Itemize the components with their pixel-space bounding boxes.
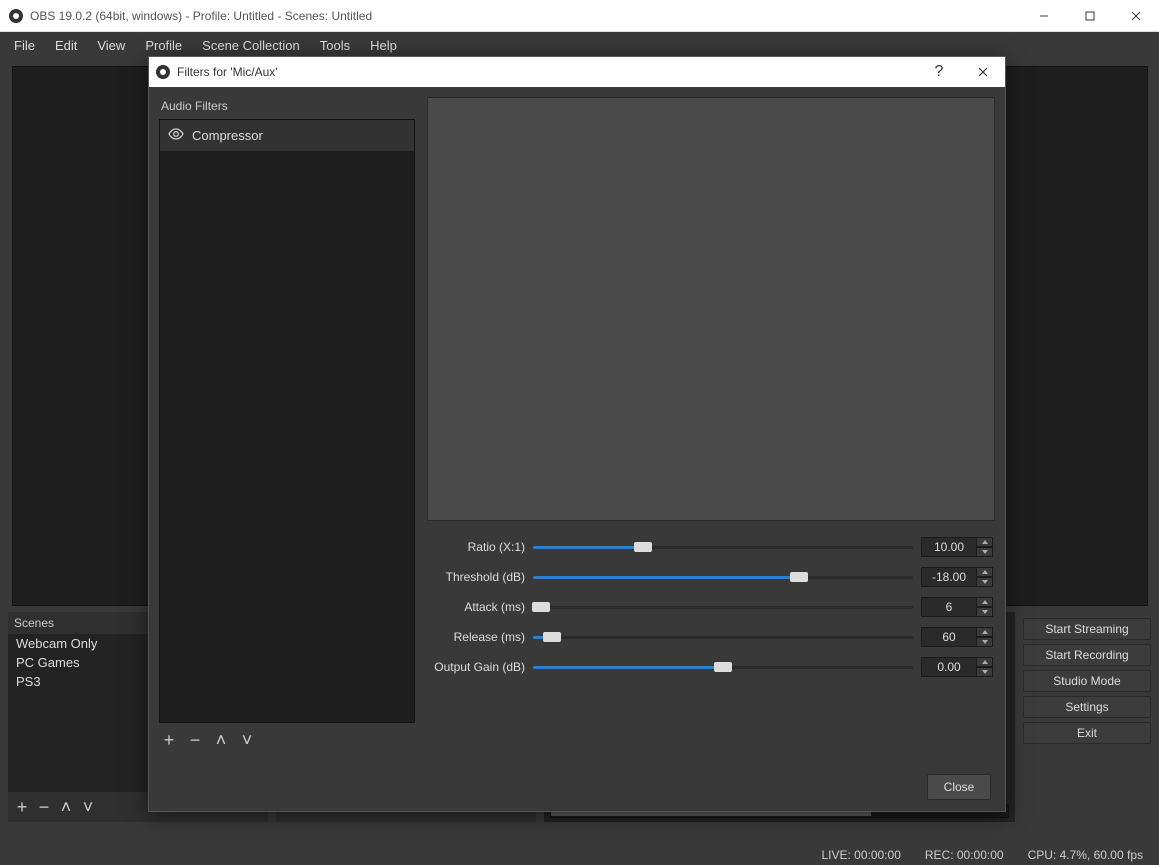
prop-label: Threshold (dB) xyxy=(429,570,525,584)
prop-label: Ratio (X:1) xyxy=(429,540,525,554)
status-rec: REC: 00:00:00 xyxy=(925,848,1004,862)
spin-down-icon[interactable] xyxy=(977,667,993,677)
menu-help[interactable]: Help xyxy=(362,36,405,55)
spin-up-icon[interactable] xyxy=(977,627,993,637)
dialog-footer: Close xyxy=(149,763,1005,811)
filter-preview xyxy=(427,97,995,521)
main-window-titlebar: OBS 19.0.2 (64bit, windows) - Profile: U… xyxy=(0,0,1159,32)
maximize-button[interactable] xyxy=(1067,0,1113,32)
main-window-title: OBS 19.0.2 (64bit, windows) - Profile: U… xyxy=(30,9,1021,23)
spin-up-icon[interactable] xyxy=(977,657,993,667)
spin-down-icon[interactable] xyxy=(977,637,993,647)
filters-dialog: Filters for 'Mic/Aux' ? Audio Filters Co… xyxy=(148,56,1006,812)
exit-button[interactable]: Exit xyxy=(1023,722,1151,744)
prop-row-threshold: Threshold (dB) xyxy=(429,567,993,587)
menu-edit[interactable]: Edit xyxy=(47,36,85,55)
add-icon[interactable]: + xyxy=(14,797,30,818)
audio-filters-label: Audio Filters xyxy=(159,97,415,119)
app-icon xyxy=(8,8,24,24)
release-input[interactable] xyxy=(921,627,977,647)
attack-slider[interactable] xyxy=(533,599,913,615)
start-streaming-button[interactable]: Start Streaming xyxy=(1023,618,1151,640)
eye-icon[interactable] xyxy=(168,126,184,145)
statusbar: LIVE: 00:00:00 REC: 00:00:00 CPU: 4.7%, … xyxy=(0,845,1159,865)
prop-row-output-gain: Output Gain (dB) xyxy=(429,657,993,677)
dialog-close-ok-button[interactable]: Close xyxy=(927,774,991,800)
spin-up-icon[interactable] xyxy=(977,537,993,547)
dialog-help-button[interactable]: ? xyxy=(917,57,961,87)
output-gain-input[interactable] xyxy=(921,657,977,677)
move-down-icon[interactable]: ˅ xyxy=(239,730,255,751)
status-cpu: CPU: 4.7%, 60.00 fps xyxy=(1028,848,1143,862)
remove-icon[interactable]: − xyxy=(36,797,52,818)
prop-label: Release (ms) xyxy=(429,630,525,644)
filter-item[interactable]: Compressor xyxy=(160,120,414,151)
status-live: LIVE: 00:00:00 xyxy=(821,848,900,862)
remove-icon[interactable]: − xyxy=(187,730,203,751)
ratio-input[interactable] xyxy=(921,537,977,557)
spin-down-icon[interactable] xyxy=(977,607,993,617)
spin-up-icon[interactable] xyxy=(977,567,993,577)
menu-file[interactable]: File xyxy=(6,36,43,55)
threshold-input[interactable] xyxy=(921,567,977,587)
filter-name: Compressor xyxy=(192,128,263,143)
dialog-titlebar: Filters for 'Mic/Aux' ? xyxy=(149,57,1005,87)
attack-input[interactable] xyxy=(921,597,977,617)
release-spin[interactable] xyxy=(921,627,993,647)
prop-row-ratio: Ratio (X:1) xyxy=(429,537,993,557)
prop-label: Attack (ms) xyxy=(429,600,525,614)
filter-properties-pane: Ratio (X:1) Threshold (dB) xyxy=(427,97,995,753)
output-gain-slider[interactable] xyxy=(533,659,913,675)
studio-mode-button[interactable]: Studio Mode xyxy=(1023,670,1151,692)
prop-label: Output Gain (dB) xyxy=(429,660,525,674)
attack-spin[interactable] xyxy=(921,597,993,617)
dialog-icon xyxy=(155,64,171,80)
move-up-icon[interactable]: ˄ xyxy=(213,730,229,751)
start-recording-button[interactable]: Start Recording xyxy=(1023,644,1151,666)
filter-list[interactable]: Compressor xyxy=(159,119,415,723)
menu-tools[interactable]: Tools xyxy=(312,36,358,55)
add-icon[interactable]: + xyxy=(161,730,177,751)
prop-row-release: Release (ms) xyxy=(429,627,993,647)
release-slider[interactable] xyxy=(533,629,913,645)
output-gain-spin[interactable] xyxy=(921,657,993,677)
dialog-close-button[interactable] xyxy=(961,57,1005,87)
filter-list-pane: Audio Filters Compressor + − ˄ ˅ xyxy=(159,97,415,753)
filter-properties-form: Ratio (X:1) Threshold (dB) xyxy=(427,533,995,681)
filter-toolbar: + − ˄ ˅ xyxy=(159,723,415,753)
close-button[interactable] xyxy=(1113,0,1159,32)
ratio-slider[interactable] xyxy=(533,539,913,555)
menu-scene-collection[interactable]: Scene Collection xyxy=(194,36,308,55)
menu-profile[interactable]: Profile xyxy=(137,36,190,55)
threshold-spin[interactable] xyxy=(921,567,993,587)
move-down-icon[interactable]: ˅ xyxy=(80,797,96,818)
ratio-spin[interactable] xyxy=(921,537,993,557)
spin-up-icon[interactable] xyxy=(977,597,993,607)
menubar: File Edit View Profile Scene Collection … xyxy=(0,32,1159,58)
minimize-button[interactable] xyxy=(1021,0,1067,32)
spin-down-icon[interactable] xyxy=(977,577,993,587)
spin-down-icon[interactable] xyxy=(977,547,993,557)
threshold-slider[interactable] xyxy=(533,569,913,585)
prop-row-attack: Attack (ms) xyxy=(429,597,993,617)
window-controls xyxy=(1021,0,1159,32)
settings-button[interactable]: Settings xyxy=(1023,696,1151,718)
move-up-icon[interactable]: ˄ xyxy=(58,797,74,818)
dialog-title: Filters for 'Mic/Aux' xyxy=(177,65,917,79)
menu-view[interactable]: View xyxy=(89,36,133,55)
controls-column: Start Streaming Start Recording Studio M… xyxy=(1023,612,1151,822)
